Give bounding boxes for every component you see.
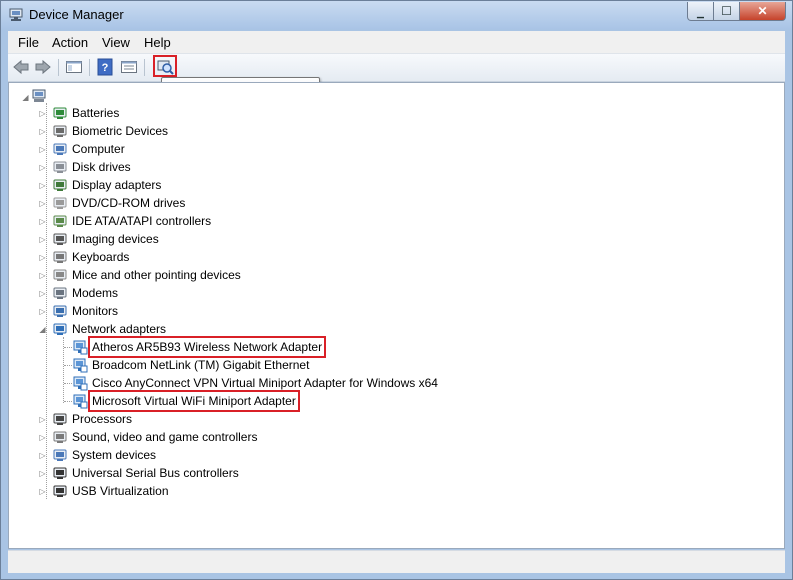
menu-view[interactable]: View: [102, 35, 130, 50]
expand-arrow-icon[interactable]: ▷: [38, 163, 47, 172]
network-adapter-label[interactable]: Broadcom NetLink (TM) Gigabit Ethernet: [92, 356, 309, 374]
properties-icon[interactable]: [120, 58, 138, 76]
network-adapter-label[interactable]: Microsoft Virtual WiFi Miniport Adapter: [92, 392, 296, 410]
ide-controller-icon[interactable]: [52, 213, 68, 229]
tree-item-label[interactable]: Imaging devices: [72, 230, 159, 248]
network-adapter-icon[interactable]: [52, 321, 68, 337]
display-adapter-icon[interactable]: [52, 177, 68, 193]
network-adapter-icon[interactable]: [72, 393, 88, 409]
tree-item-label[interactable]: Computer: [72, 140, 125, 158]
tree-line: [64, 401, 72, 402]
menu-file[interactable]: File: [18, 35, 39, 50]
collapse-arrow-icon[interactable]: ◢: [38, 325, 47, 334]
battery-icon[interactable]: [52, 105, 68, 121]
scan-hardware-icon[interactable]: [156, 58, 174, 76]
tree-item-label[interactable]: DVD/CD-ROM drives: [72, 194, 185, 212]
camera-icon[interactable]: [52, 231, 68, 247]
toolbar-separator: [89, 59, 90, 76]
device-manager-window: Device Manager ▁ ☐ ✕ File Action View He…: [0, 0, 793, 580]
expand-arrow-icon[interactable]: ▷: [38, 451, 47, 460]
expand-arrow-icon[interactable]: ▷: [38, 181, 47, 190]
tree-item-label[interactable]: Sound, video and game controllers: [72, 428, 257, 446]
back-arrow-icon[interactable]: [12, 58, 30, 76]
show-hide-console-tree-icon[interactable]: [65, 58, 83, 76]
monitor-icon[interactable]: [52, 303, 68, 319]
usb-icon[interactable]: [52, 465, 68, 481]
tree-line: [64, 365, 72, 366]
network-adapter-icon[interactable]: [72, 375, 88, 391]
expand-arrow-icon[interactable]: ▷: [38, 271, 47, 280]
status-bar: [8, 550, 785, 573]
window-title: Device Manager: [29, 7, 124, 22]
tree-item-label[interactable]: USB Virtualization: [72, 482, 169, 500]
tree-item-label[interactable]: Biometric Devices: [72, 122, 168, 140]
tree-item-label[interactable]: Batteries: [72, 104, 119, 122]
maximize-button[interactable]: ☐: [714, 2, 740, 21]
toolbar-separator: [58, 59, 59, 76]
expand-arrow-icon[interactable]: ▷: [38, 253, 47, 262]
expand-arrow-icon[interactable]: ▷: [38, 415, 47, 424]
tree-item-label[interactable]: Disk drives: [72, 158, 131, 176]
tree-item-label[interactable]: Mice and other pointing devices: [72, 266, 241, 284]
tree-item-label[interactable]: System devices: [72, 446, 156, 464]
expand-arrow-icon[interactable]: ▷: [38, 469, 47, 478]
close-button[interactable]: ✕: [740, 2, 786, 21]
expand-arrow-icon[interactable]: ▷: [38, 433, 47, 442]
expand-arrow-icon[interactable]: ▷: [38, 487, 47, 496]
expand-arrow-icon[interactable]: ▷: [38, 235, 47, 244]
system-device-icon[interactable]: [52, 447, 68, 463]
expand-arrow-icon[interactable]: ▷: [38, 289, 47, 298]
expand-arrow-icon[interactable]: ▷: [38, 199, 47, 208]
expand-arrow-icon[interactable]: ▷: [38, 307, 47, 316]
network-adapter-icon[interactable]: [72, 339, 88, 355]
toolbar-separator: [144, 59, 145, 76]
mouse-icon[interactable]: [52, 267, 68, 283]
collapse-arrow-icon[interactable]: ◢: [21, 93, 30, 102]
computer-icon[interactable]: [52, 141, 68, 157]
network-adapter-icon[interactable]: [72, 357, 88, 373]
expand-arrow-icon[interactable]: ▷: [38, 217, 47, 226]
tree-line: [64, 347, 72, 348]
processor-icon[interactable]: [52, 411, 68, 427]
forward-arrow-icon[interactable]: [34, 58, 52, 76]
computer-icon[interactable]: [31, 88, 47, 104]
keyboard-icon[interactable]: [52, 249, 68, 265]
expand-arrow-icon[interactable]: ▷: [38, 109, 47, 118]
menu-action[interactable]: Action: [52, 35, 88, 50]
expand-arrow-icon[interactable]: ▷: [38, 127, 47, 136]
help-icon[interactable]: ?: [96, 58, 114, 76]
help-icon-glyph: ?: [102, 62, 109, 74]
tree-item-label[interactable]: Universal Serial Bus controllers: [72, 464, 239, 482]
menu-bar: File Action View Help: [8, 31, 785, 54]
network-adapter-label[interactable]: Atheros AR5B93 Wireless Network Adapter: [92, 338, 322, 356]
menu-help[interactable]: Help: [144, 35, 171, 50]
usb-icon[interactable]: [52, 483, 68, 499]
tree-item-label[interactable]: Processors: [72, 410, 132, 428]
tree-line: [64, 383, 72, 384]
minimize-icon: ▁: [697, 7, 704, 18]
close-icon: ✕: [757, 4, 768, 18]
minimize-button[interactable]: ▁: [687, 2, 714, 21]
maximize-icon: ☐: [721, 4, 732, 18]
modem-icon[interactable]: [52, 285, 68, 301]
fingerprint-icon[interactable]: [52, 123, 68, 139]
device-manager-icon: [9, 8, 23, 21]
tree-item-label[interactable]: Modems: [72, 284, 118, 302]
dvd-drive-icon[interactable]: [52, 195, 68, 211]
tree-item-label[interactable]: Keyboards: [72, 248, 129, 266]
expand-arrow-icon[interactable]: ▷: [38, 145, 47, 154]
tree-item-label[interactable]: Display adapters: [72, 176, 161, 194]
tree-item-label[interactable]: IDE ATA/ATAPI controllers: [72, 212, 211, 230]
title-bar[interactable]: Device Manager ▁ ☐ ✕: [1, 1, 792, 29]
sound-icon[interactable]: [52, 429, 68, 445]
device-tree[interactable]: ◢ ▷ Batteries ▷ Biometric Devices ▷ Computer ▷…: [8, 82, 785, 549]
tree-item-label[interactable]: Monitors: [72, 302, 118, 320]
disk-drive-icon[interactable]: [52, 159, 68, 175]
toolbar: ?: [8, 54, 785, 82]
